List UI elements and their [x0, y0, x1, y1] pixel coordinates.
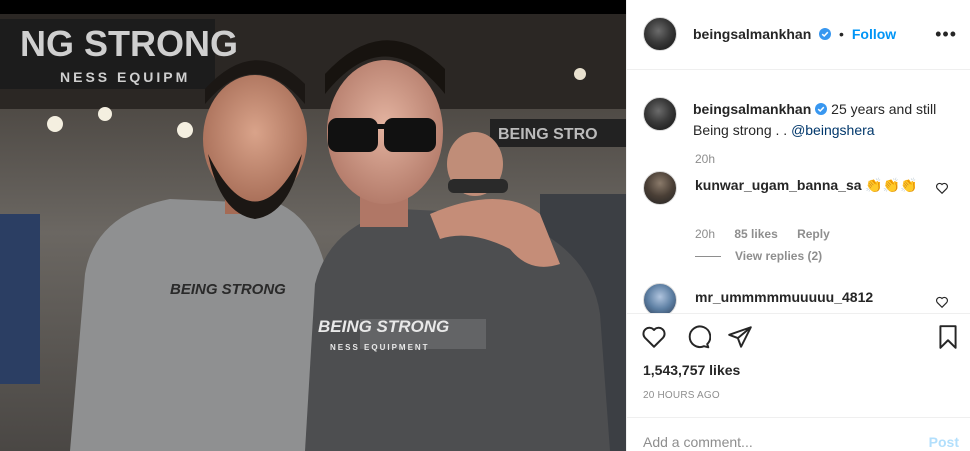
banner-text-big: NG STRONG — [20, 23, 238, 64]
post-actions: 1,543,757 likes 20 HOURS AGO — [627, 313, 970, 417]
more-options-icon[interactable]: ••• — [935, 25, 957, 43]
shirt2-subtext: NESS EQUIPMENT — [330, 343, 430, 352]
bookmark-icon[interactable] — [935, 324, 961, 350]
author-line: beingsalmankhan • Follow — [693, 26, 896, 42]
share-icon[interactable] — [727, 324, 753, 350]
comment-reply-button[interactable]: Reply — [797, 227, 830, 241]
caption-avatar[interactable] — [643, 97, 677, 131]
shirt2-text: BEING STRONG — [318, 317, 449, 336]
shirt1-text: BEING STRONG — [170, 281, 286, 298]
add-comment-bar: Add a comment... Post — [627, 417, 970, 451]
comment-text: 👏👏👏 — [865, 177, 918, 193]
author-avatar[interactable] — [643, 17, 677, 51]
likes-count[interactable]: 1,543,757 likes — [643, 362, 740, 378]
view-replies-label: View replies (2) — [735, 249, 823, 263]
post-image[interactable]: NG STRONG NESS EQUIPM BEING STRO BEING S… — [0, 0, 626, 451]
replies-divider — [695, 256, 721, 258]
post-comment-button[interactable]: Post — [929, 434, 959, 450]
verified-badge-icon — [815, 103, 828, 115]
comment-item: kunwar_ugam_banna_sa 👏👏👏 — [695, 175, 931, 195]
like-heart-icon[interactable] — [641, 324, 667, 350]
author-username[interactable]: beingsalmankhan — [693, 26, 811, 42]
comment-username[interactable]: kunwar_ugam_banna_sa — [695, 177, 862, 193]
photo-illustration: NG STRONG NESS EQUIPM BEING STRO BEING S… — [0, 14, 626, 451]
post-header: beingsalmankhan • Follow ••• — [627, 0, 970, 70]
follow-button[interactable]: Follow — [852, 26, 896, 42]
comment-input[interactable]: Add a comment... — [643, 434, 753, 450]
post-caption: beingsalmankhan 25 years and still Being… — [693, 99, 953, 141]
banner-text-small: NESS EQUIPM — [60, 69, 190, 85]
verified-badge-icon — [819, 28, 832, 40]
caption-mention-link[interactable]: @beingshera — [791, 122, 875, 138]
comment-likes[interactable]: 85 likes — [734, 227, 777, 241]
comments-section[interactable]: beingsalmankhan 25 years and still Being… — [627, 71, 970, 313]
post-timestamp[interactable]: 20 HOURS AGO — [643, 390, 720, 401]
image-top-bar — [0, 0, 626, 14]
comment-avatar[interactable] — [643, 283, 677, 313]
comment-meta: 20h 85 likes Reply — [695, 227, 846, 241]
comment-time[interactable]: 20h — [695, 227, 715, 241]
comment-avatar[interactable] — [643, 171, 677, 205]
view-replies-button[interactable]: View replies (2) — [695, 249, 822, 263]
caption-timestamp[interactable]: 20h — [695, 152, 715, 166]
right-banner-text: BEING STRO — [498, 126, 598, 143]
caption-username[interactable]: beingsalmankhan — [693, 101, 811, 117]
post-sidebar: beingsalmankhan • Follow ••• beingsalman… — [626, 0, 970, 451]
separator-dot: • — [839, 26, 844, 42]
comment-like-heart-icon[interactable] — [935, 181, 949, 195]
comment-username[interactable]: mr_ummmmmuuuuu_4812 — [695, 289, 873, 305]
comment-like-heart-icon[interactable] — [935, 295, 949, 309]
comment-icon[interactable] — [685, 324, 711, 350]
